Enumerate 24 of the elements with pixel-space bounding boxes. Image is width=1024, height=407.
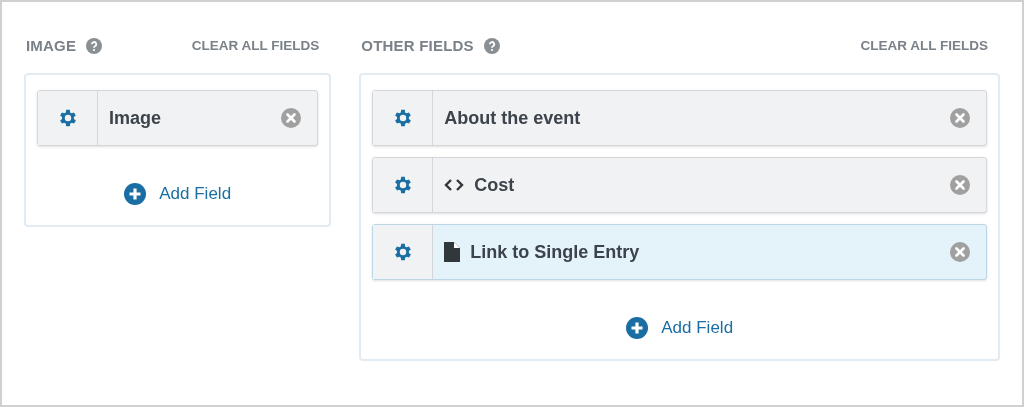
remove-icon[interactable] — [950, 242, 970, 262]
add-icon — [626, 316, 649, 339]
section-title: IMAGE — [26, 35, 77, 56]
field-row[interactable]: Cost — [372, 157, 987, 213]
field-row[interactable]: Image — [37, 90, 319, 146]
field-row[interactable]: About the event — [372, 90, 987, 146]
remove-icon[interactable] — [950, 175, 970, 195]
add-field-button[interactable]: Add Field — [626, 315, 734, 341]
clear-all-link[interactable]: CLEAR ALL FIELDS — [860, 35, 998, 57]
document-icon — [444, 242, 461, 262]
field-label: Link to Single Entry — [470, 240, 641, 264]
help-icon[interactable] — [86, 38, 103, 54]
remove-icon[interactable] — [950, 108, 970, 128]
clear-all-link[interactable]: CLEAR ALL FIELDS — [191, 35, 330, 57]
add-icon — [124, 182, 147, 205]
field-label: Cost — [474, 173, 516, 197]
code-icon — [444, 178, 465, 192]
field-label: Image — [109, 106, 163, 130]
remove-icon[interactable] — [281, 108, 302, 128]
field-row[interactable]: Link to Single Entry — [372, 224, 987, 280]
section-title: OTHER FIELDS — [361, 35, 474, 56]
help-icon[interactable] — [483, 38, 500, 54]
add-field-button[interactable]: Add Field — [124, 181, 232, 207]
field-label: About the event — [444, 106, 582, 130]
